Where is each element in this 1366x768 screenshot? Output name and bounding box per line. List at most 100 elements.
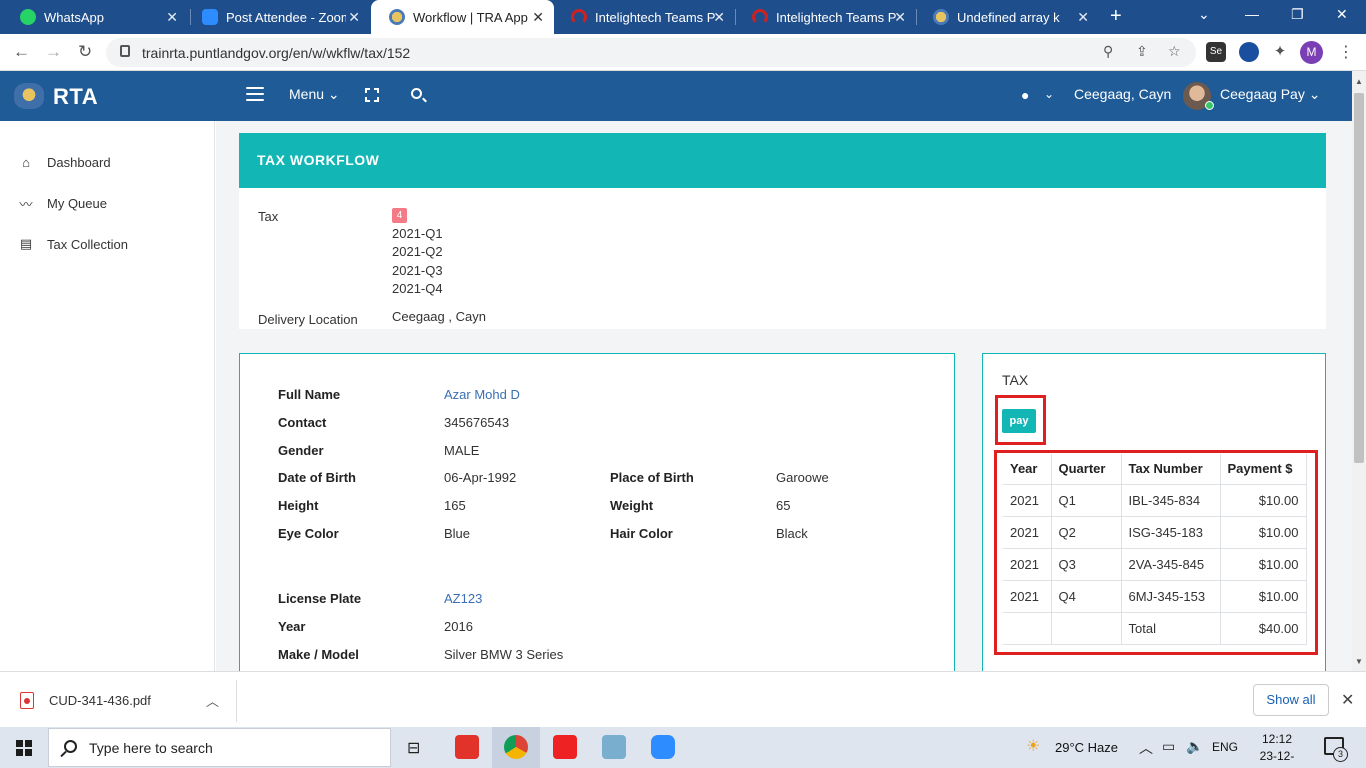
tab-intelightech-1[interactable]: Intelightech Teams Po ✕ (553, 0, 735, 34)
full-name-link[interactable]: Azar Mohd D (444, 387, 520, 402)
quarter-item: 2021-Q3 (392, 263, 443, 278)
search-icon[interactable] (411, 88, 422, 99)
user-location[interactable]: Ceegaag, Cayn (1074, 86, 1171, 102)
weather-haze-icon[interactable]: ☀ (1026, 736, 1040, 756)
hamburger-icon[interactable] (246, 87, 264, 101)
tab-search-chevron-icon[interactable]: ⌄ (1198, 6, 1210, 23)
restore-button[interactable]: ❐ (1291, 6, 1304, 23)
close-icon[interactable]: ✕ (532, 9, 544, 26)
url-text[interactable]: trainrta.puntlandgov.org/en/w/wkflw/tax/… (142, 45, 410, 61)
close-icon[interactable]: ✕ (348, 9, 360, 26)
sidebar-item-dashboard[interactable]: ⌂ Dashboard (18, 151, 111, 173)
trend-icon: 〰 (19, 196, 33, 212)
user-name: Ceegaag Pay (1220, 86, 1305, 102)
menu-label: Menu (289, 86, 325, 102)
minimize-button[interactable]: — (1245, 6, 1259, 22)
close-icon[interactable]: ✕ (166, 9, 178, 26)
quarter-item: 2021-Q2 (392, 244, 443, 259)
zoom-icon (202, 9, 218, 25)
chevron-down-icon[interactable]: ⌄ (1044, 87, 1054, 101)
scroll-thumb[interactable] (1354, 93, 1364, 463)
bookmark-star-icon[interactable]: ☆ (1168, 43, 1181, 60)
forward-button[interactable]: → (45, 42, 62, 62)
anydesk-icon[interactable] (455, 735, 479, 759)
quarter-item: 2021-Q4 (392, 281, 443, 296)
tab-zoom[interactable]: Post Attendee - Zoom ✕ (184, 0, 370, 34)
close-window-button[interactable]: ✕ (1336, 6, 1348, 23)
selenium-extension-icon[interactable]: Se (1206, 42, 1226, 62)
vehicle-year-value: 2016 (444, 619, 473, 634)
zoom-lens-icon[interactable]: ⚲ (1103, 43, 1113, 60)
close-icon[interactable]: ✕ (1077, 9, 1089, 26)
tax-label: Tax (258, 209, 279, 224)
language-indicator[interactable]: ENG (1212, 740, 1238, 754)
back-button[interactable]: ← (13, 42, 30, 62)
notes-app-icon[interactable] (602, 735, 626, 759)
taskbar-clock[interactable]: 12:12 23-12-2021 (1249, 731, 1305, 768)
gender-value: MALE (444, 443, 480, 458)
sidebar-item-my-queue[interactable]: 〰 My Queue (18, 192, 107, 214)
kebab-menu-icon[interactable]: ⋮ (1338, 42, 1354, 62)
battery-icon[interactable]: ▭ (1162, 738, 1175, 755)
tab-workflow[interactable]: Workflow | TRA App ✕ (371, 0, 554, 34)
close-icon[interactable]: ✕ (713, 9, 725, 26)
taskbar-search-box[interactable]: Type here to search (48, 728, 391, 767)
tab-whatsapp[interactable]: WhatsApp ✕ (2, 0, 188, 34)
menu-dropdown[interactable]: Menu ⌄ (289, 86, 340, 103)
close-icon[interactable]: ✕ (1341, 690, 1354, 710)
fullscreen-icon[interactable] (365, 88, 379, 102)
chevron-up-icon[interactable]: ︿ (206, 691, 219, 710)
app-header: RTA Menu ⌄ ● ⌄ Ceegaag, Cayn Ceegaag Pay… (0, 71, 1352, 121)
page-scrollbar[interactable]: ▲ ▼ (1352, 71, 1366, 671)
brand-name[interactable]: RTA (53, 84, 98, 110)
rta-logo-icon (14, 83, 44, 109)
zoom-taskbar-icon[interactable] (651, 735, 675, 759)
reload-button[interactable]: ↻ (78, 42, 92, 62)
sidebar-item-label: Tax Collection (47, 236, 128, 252)
profile-avatar[interactable]: M (1300, 41, 1323, 64)
share-icon[interactable]: ⇪ (1136, 43, 1148, 60)
download-file-name[interactable]: CUD-341-436.pdf (49, 693, 151, 708)
clock-date: 23-12-2021 (1259, 749, 1295, 768)
online-status-dot (1205, 101, 1214, 110)
chrome-icon[interactable] (504, 735, 528, 759)
total-label: Total (1120, 611, 1221, 645)
puzzle-icon[interactable]: ✦ (1270, 42, 1290, 62)
tab-title: Workflow | TRA App (413, 9, 528, 25)
license-plate-link[interactable]: AZ123 (444, 591, 482, 606)
weather-text[interactable]: 29°C Haze (1055, 740, 1118, 755)
speaker-muted-icon[interactable]: 🔈 (1186, 738, 1203, 755)
chevron-up-icon[interactable]: ︿ (1139, 738, 1153, 758)
shield-extension-icon[interactable] (1239, 42, 1259, 62)
pay-button[interactable]: pay (1002, 409, 1036, 433)
table-row: 2021 Q4 6MJ-345-153 $10.00 (1003, 579, 1307, 613)
close-icon[interactable]: ✕ (894, 9, 906, 26)
lock-icon[interactable] (120, 45, 130, 57)
sidebar-item-tax-collection[interactable]: ▤ Tax Collection (18, 233, 128, 255)
task-view-icon[interactable]: ⊟ (407, 738, 420, 758)
column-header: Payment $ (1219, 454, 1307, 485)
tab-intelightech-2[interactable]: Intelightech Teams Po ✕ (734, 0, 916, 34)
pob-value: Garoowe (776, 470, 829, 485)
show-all-button[interactable]: Show all (1253, 684, 1329, 716)
scroll-down-icon[interactable]: ▼ (1355, 657, 1363, 666)
workflow-title: TAX WORKFLOW (239, 133, 1326, 188)
full-name-label: Full Name (278, 387, 341, 402)
omnibox[interactable]: trainrta.puntlandgov.org/en/w/wkflw/tax/… (106, 38, 1196, 67)
wps-office-icon[interactable] (553, 735, 577, 759)
hair-color-label: Hair Color (610, 526, 673, 541)
scroll-up-icon[interactable]: ▲ (1355, 77, 1363, 86)
clock-time: 12:12 (1261, 732, 1293, 746)
applicant-details-card: Full Name Azar Mohd D Contact 345676543 … (239, 353, 955, 683)
tab-undefined-array[interactable]: Undefined array k ✕ (915, 0, 1099, 34)
new-tab-button[interactable]: + (1110, 5, 1122, 28)
tra-crest-icon (389, 9, 405, 25)
tax-number-cell: IBL-345-834 (1120, 483, 1221, 517)
windows-start-icon[interactable] (16, 740, 32, 756)
gender-label: Gender (278, 443, 324, 458)
headset-icon (752, 9, 768, 25)
user-menu[interactable]: Ceegaag Pay ⌄ (1220, 86, 1320, 103)
payment-cell: $10.00 (1219, 579, 1307, 613)
user-icon[interactable]: ● (1021, 87, 1029, 103)
make-model-value: Silver BMW 3 Series (444, 647, 564, 662)
